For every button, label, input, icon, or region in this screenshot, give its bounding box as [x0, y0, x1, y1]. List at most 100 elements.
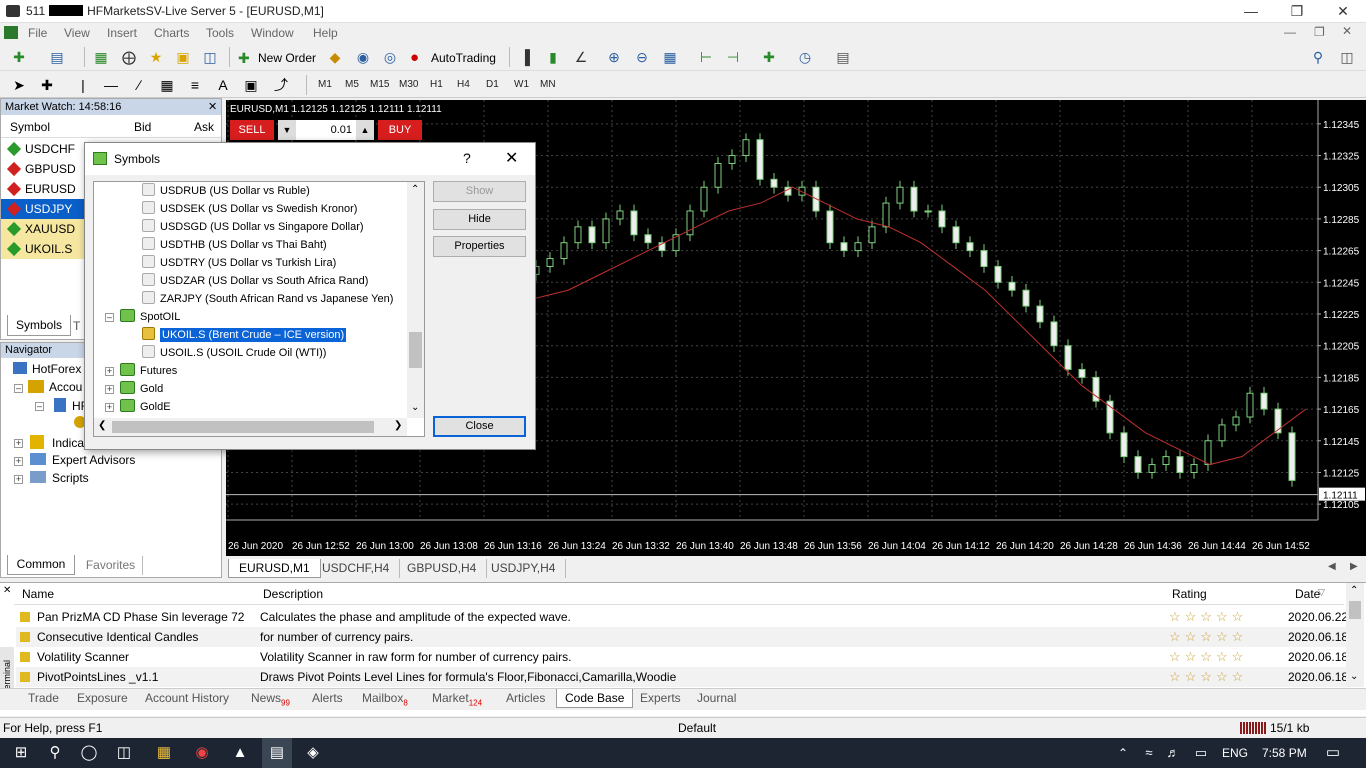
- scroll-up-icon[interactable]: ⌃: [1350, 585, 1358, 596]
- text-label-icon[interactable]: ▣: [240, 74, 262, 96]
- dialog-close-icon[interactable]: ✕: [505, 148, 518, 168]
- tree-item[interactable]: USDSEK (US Dollar vs Swedish Kronor): [142, 200, 357, 218]
- tab-scroll-right-icon[interactable]: ▶: [1350, 561, 1358, 572]
- autoscroll-icon[interactable]: ⊣: [722, 46, 744, 68]
- tab-alerts[interactable]: Alerts: [312, 691, 343, 705]
- chart-tab-gbpusd[interactable]: GBPUSD,H4: [397, 559, 488, 578]
- lot-increase-icon[interactable]: ▲: [356, 120, 374, 140]
- battery-icon[interactable]: ▭: [1190, 742, 1212, 764]
- tree-item[interactable]: USOIL.S (USOIL Crude Oil (WTI)): [142, 344, 326, 362]
- clock[interactable]: 7:58 PM: [1262, 746, 1307, 760]
- chat-icon[interactable]: ◫: [1336, 46, 1358, 68]
- expand-icon[interactable]: +: [105, 367, 114, 376]
- tree-item[interactable]: USDZAR (US Dollar vs South Africa Rand): [142, 272, 368, 290]
- volume-icon[interactable]: ♬: [1162, 742, 1184, 764]
- timeframe-m1[interactable]: M1: [318, 79, 332, 90]
- periods-icon[interactable]: ◷: [794, 46, 816, 68]
- market-row[interactable]: UKOIL.S: [1, 239, 85, 259]
- mdi-minimize-icon[interactable]: —: [1284, 25, 1296, 39]
- timeframe-m5[interactable]: M5: [345, 79, 359, 90]
- col-name[interactable]: Name: [22, 587, 54, 601]
- horizontal-line-icon[interactable]: —: [100, 74, 122, 96]
- collapse-icon[interactable]: –: [14, 384, 23, 393]
- menu-charts[interactable]: Charts: [154, 26, 189, 40]
- tab-common[interactable]: Common: [7, 555, 75, 575]
- mdi-close-icon[interactable]: ✕: [1342, 24, 1352, 38]
- timeframe-d1[interactable]: D1: [486, 79, 499, 90]
- navigator-icon[interactable]: ▣: [172, 46, 194, 68]
- tab-trade[interactable]: Trade: [28, 691, 59, 705]
- autotrading-button[interactable]: ● AutoTrading: [408, 48, 496, 68]
- menu-window[interactable]: Window: [251, 26, 294, 40]
- chart-window-icon[interactable]: ▦: [90, 46, 112, 68]
- market-icon[interactable]: ◎: [379, 46, 401, 68]
- menu-file[interactable]: File: [28, 26, 47, 40]
- tree-group-golde[interactable]: GoldE: [120, 398, 171, 416]
- market-row[interactable]: XAUUSD: [1, 219, 85, 239]
- symbols-tree[interactable]: USDRUB (US Dollar vs Ruble) USDSEK (US D…: [93, 181, 425, 437]
- mdi-restore-icon[interactable]: ❐: [1314, 25, 1325, 39]
- buy-button[interactable]: BUY: [378, 120, 422, 140]
- cortana-icon[interactable]: ◯: [78, 742, 100, 764]
- network-icon[interactable]: ≈: [1138, 742, 1160, 764]
- chart-tab-usdjpy[interactable]: USDJPY,H4: [481, 559, 567, 578]
- restore-icon[interactable]: ❐: [1274, 0, 1320, 22]
- market-row[interactable]: USDCHF: [1, 139, 85, 159]
- scroll-up-icon[interactable]: ⌃: [411, 184, 419, 195]
- tab-articles[interactable]: Articles: [506, 691, 545, 705]
- scroll-left-icon[interactable]: ❮: [98, 420, 106, 431]
- task-view-icon[interactable]: ◫: [113, 742, 135, 764]
- tree-item-selected[interactable]: UKOIL.S (Brent Crude – ICE version): [142, 326, 347, 344]
- market-row[interactable]: EURUSD: [1, 179, 85, 199]
- tile-windows-icon[interactable]: ▦: [659, 46, 681, 68]
- new-chart-icon[interactable]: ✚: [8, 46, 30, 68]
- collapse-icon[interactable]: –: [35, 402, 44, 411]
- market-row-selected[interactable]: USDJPY: [1, 199, 85, 219]
- app-icon[interactable]: ▲: [229, 742, 251, 764]
- tree-item[interactable]: ZARJPY (South African Rand vs Japanese Y…: [142, 290, 393, 308]
- col-ask[interactable]: Ask: [194, 120, 214, 134]
- chart-tab-usdchf[interactable]: USDCHF,H4: [312, 559, 401, 578]
- new-order-button[interactable]: ✚ New Order: [236, 48, 316, 68]
- app2-icon[interactable]: ◈: [302, 742, 324, 764]
- chrome-icon[interactable]: ◉: [191, 742, 213, 764]
- menu-insert[interactable]: Insert: [107, 26, 137, 40]
- templates-icon[interactable]: ▤: [832, 46, 854, 68]
- timeframe-h4[interactable]: H4: [457, 79, 470, 90]
- table-row[interactable]: Consecutive Identical Candles for number…: [16, 627, 1348, 647]
- fibonacci-icon[interactable]: ≡: [184, 74, 206, 96]
- tab-journal[interactable]: Journal: [697, 691, 736, 705]
- expand-icon[interactable]: +: [105, 385, 114, 394]
- hide-button[interactable]: Hide: [433, 209, 526, 230]
- tab-symbols[interactable]: Symbols: [7, 315, 71, 336]
- bar-chart-icon[interactable]: ▐: [514, 46, 536, 68]
- market-row[interactable]: GBPUSD: [1, 159, 85, 179]
- search-icon[interactable]: ⚲: [44, 742, 66, 764]
- tab-code-base[interactable]: Code Base: [556, 689, 634, 708]
- table-row[interactable]: PivotPointsLines _v1.1 Draws Pivot Point…: [16, 667, 1348, 687]
- channel-icon[interactable]: ▦: [156, 74, 178, 96]
- col-bid[interactable]: Bid: [134, 120, 151, 134]
- expand-icon[interactable]: +: [14, 475, 23, 484]
- tree-item[interactable]: USDSGD (US Dollar vs Singapore Dollar): [142, 218, 364, 236]
- indicators-icon[interactable]: ✚: [758, 46, 780, 68]
- tab-experts[interactable]: Experts: [640, 691, 681, 705]
- vertical-scrollbar[interactable]: ⌃ ⌄: [407, 182, 424, 418]
- menu-tools[interactable]: Tools: [206, 26, 234, 40]
- menu-view[interactable]: View: [64, 26, 90, 40]
- trendline-icon[interactable]: ∕: [128, 74, 150, 96]
- tree-item[interactable]: USDTHB (US Dollar vs Thai Baht): [142, 236, 327, 254]
- vertical-line-icon[interactable]: |: [72, 74, 94, 96]
- tab-market[interactable]: Market124: [432, 691, 482, 707]
- scroll-right-icon[interactable]: ❯: [394, 420, 402, 431]
- chart-tab-eurusd[interactable]: EURUSD,M1: [228, 559, 321, 578]
- tab-account-history[interactable]: Account History: [145, 691, 229, 705]
- market-watch-close-icon[interactable]: ✕: [208, 100, 217, 113]
- nav-expert-advisors[interactable]: Expert Advisors: [30, 453, 135, 467]
- cursor-icon[interactable]: ➤: [8, 74, 30, 96]
- close-button[interactable]: Close: [433, 416, 526, 437]
- expand-icon[interactable]: +: [105, 403, 114, 412]
- tray-chevron-icon[interactable]: ⌃: [1112, 742, 1134, 764]
- lot-decrease-icon[interactable]: ▼: [278, 120, 296, 140]
- terminal-icon[interactable]: ◫: [199, 46, 221, 68]
